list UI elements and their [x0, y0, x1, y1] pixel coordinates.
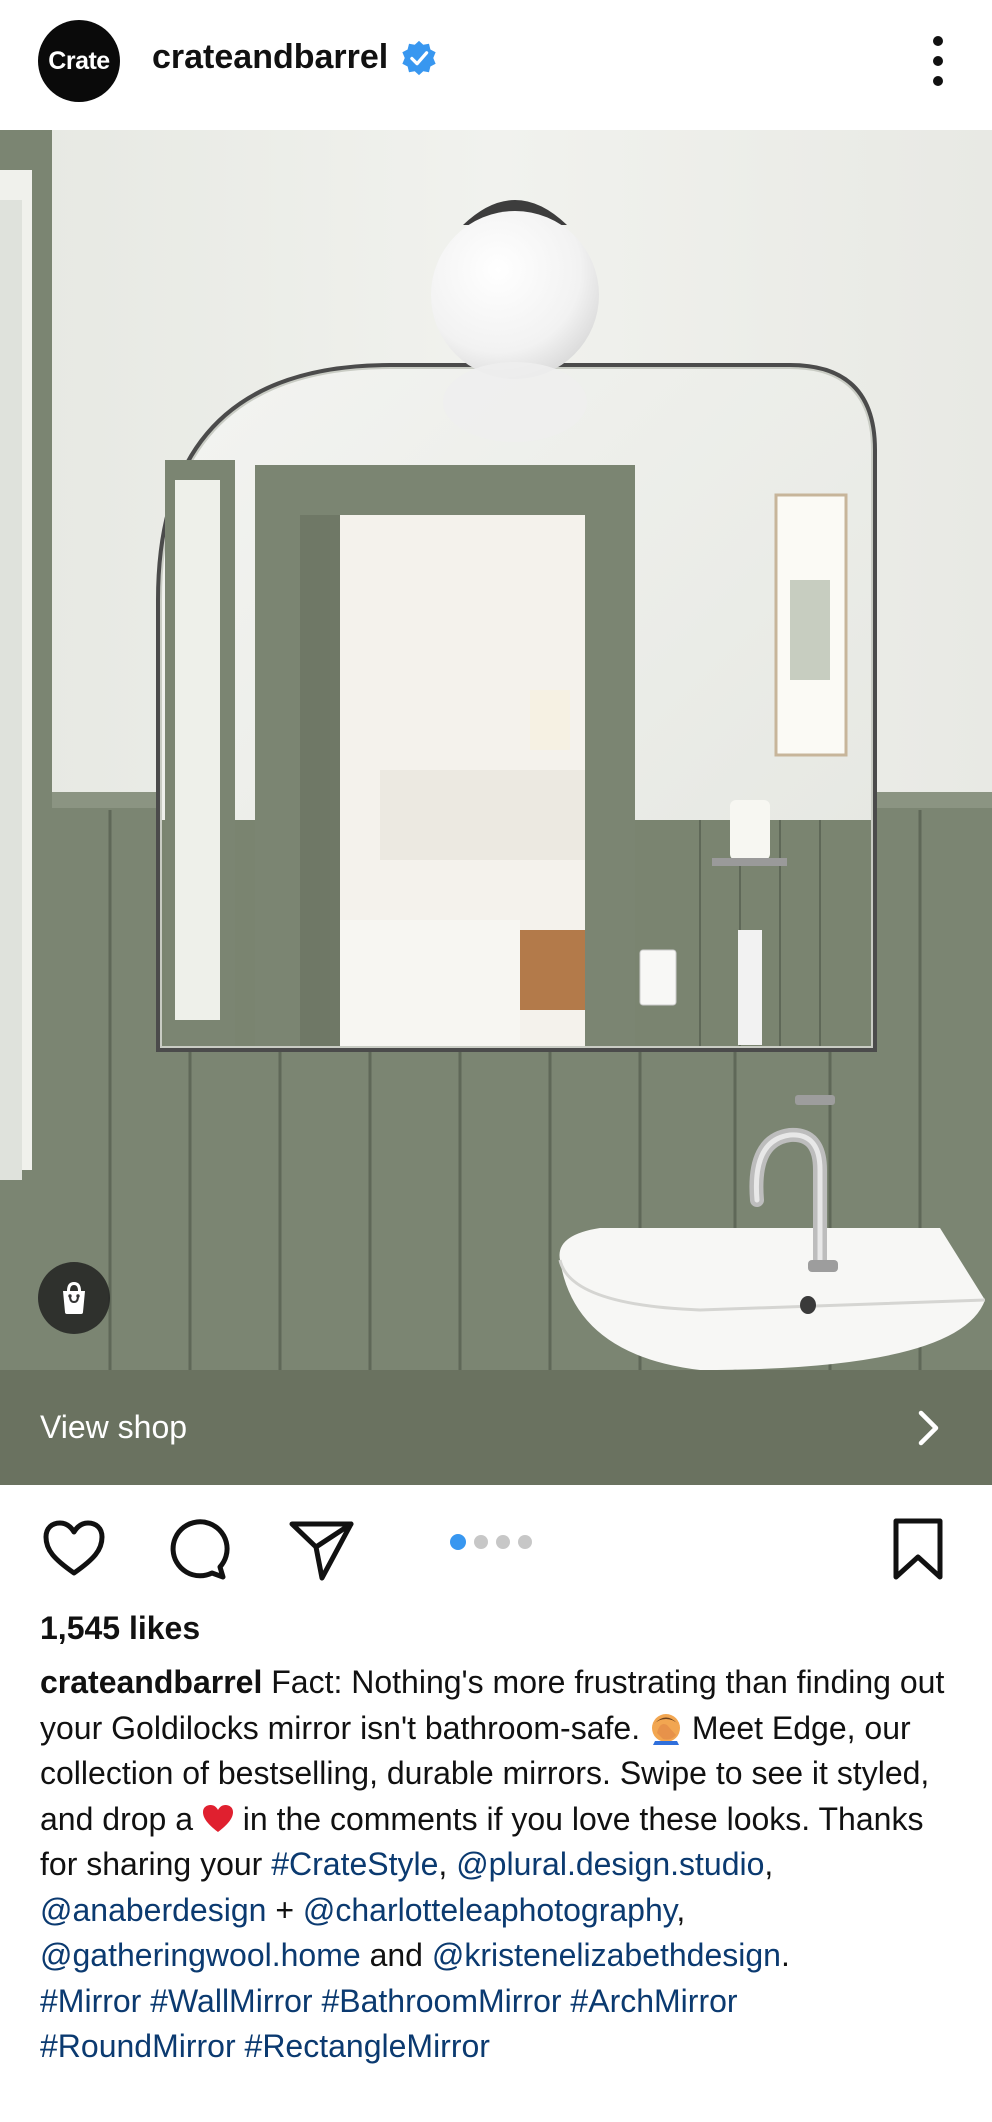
carousel-dot-active [450, 1534, 466, 1550]
hashtag-link[interactable]: #ArchMirror [570, 1983, 737, 2019]
hashtag-link[interactable]: #WallMirror [150, 1983, 312, 2019]
hashtag-link[interactable]: #BathroomMirror [321, 1983, 561, 2019]
bookmark-icon[interactable] [884, 1515, 952, 1583]
mention-link[interactable]: @gatheringwool.home [40, 1937, 361, 1973]
red-heart-emoji-icon [202, 1804, 233, 1832]
view-shop-label: View shop [40, 1409, 188, 1445]
carousel-indicator [450, 1534, 532, 1550]
chevron-right-icon [918, 1410, 939, 1445]
caption-username[interactable]: crateandbarrel [40, 1664, 262, 1700]
hashtag-link[interactable]: #Mirror [40, 1983, 141, 2019]
more-options-icon[interactable] [932, 36, 944, 86]
shopping-bag-icon [63, 1281, 85, 1314]
post-caption: crateandbarrel Fact: Nothing's more frus… [40, 1660, 955, 2070]
shop-bag-button[interactable] [38, 1262, 110, 1334]
hashtag-link[interactable]: #RectangleMirror [245, 2028, 490, 2064]
comment-icon[interactable] [162, 1515, 230, 1583]
mention-link[interactable]: @anaberdesign [40, 1892, 266, 1928]
hashtag-link[interactable]: #RoundMirror [40, 2028, 236, 2064]
verified-badge-icon [402, 40, 436, 75]
caption-punct: , [764, 1846, 774, 1882]
caption-punct: . [780, 1937, 790, 1973]
carousel-dot [496, 1535, 510, 1549]
username-link[interactable]: crateandbarrel [152, 38, 388, 77]
post-image[interactable] [0, 130, 992, 1370]
caption-punct: + [266, 1891, 303, 1928]
face-palm-emoji-icon [651, 1713, 680, 1745]
caption-punct: and [360, 1937, 432, 1973]
mention-link[interactable]: @plural.design.studio [456, 1846, 764, 1882]
carousel-dot [474, 1535, 488, 1549]
bathroom-photo [0, 130, 992, 1370]
username-row: crateandbarrel [152, 38, 438, 77]
carousel-dot [518, 1535, 532, 1549]
caption-punct: , [438, 1846, 448, 1882]
share-icon[interactable] [288, 1515, 356, 1583]
mention-link[interactable]: @charlotteleaphotography [303, 1892, 676, 1928]
caption-punct: , [676, 1891, 686, 1928]
heart-icon[interactable] [40, 1515, 108, 1583]
hashtag-link[interactable]: #CrateStyle [271, 1846, 438, 1882]
likes-count[interactable]: 1,545 likes [40, 1610, 200, 1647]
mention-link[interactable]: @kristenelizabethdesign [432, 1937, 781, 1973]
profile-avatar[interactable]: Crate [38, 20, 120, 102]
post-header: Crate crateandbarrel [0, 0, 992, 130]
view-shop-bar[interactable]: View shop [0, 1370, 992, 1485]
